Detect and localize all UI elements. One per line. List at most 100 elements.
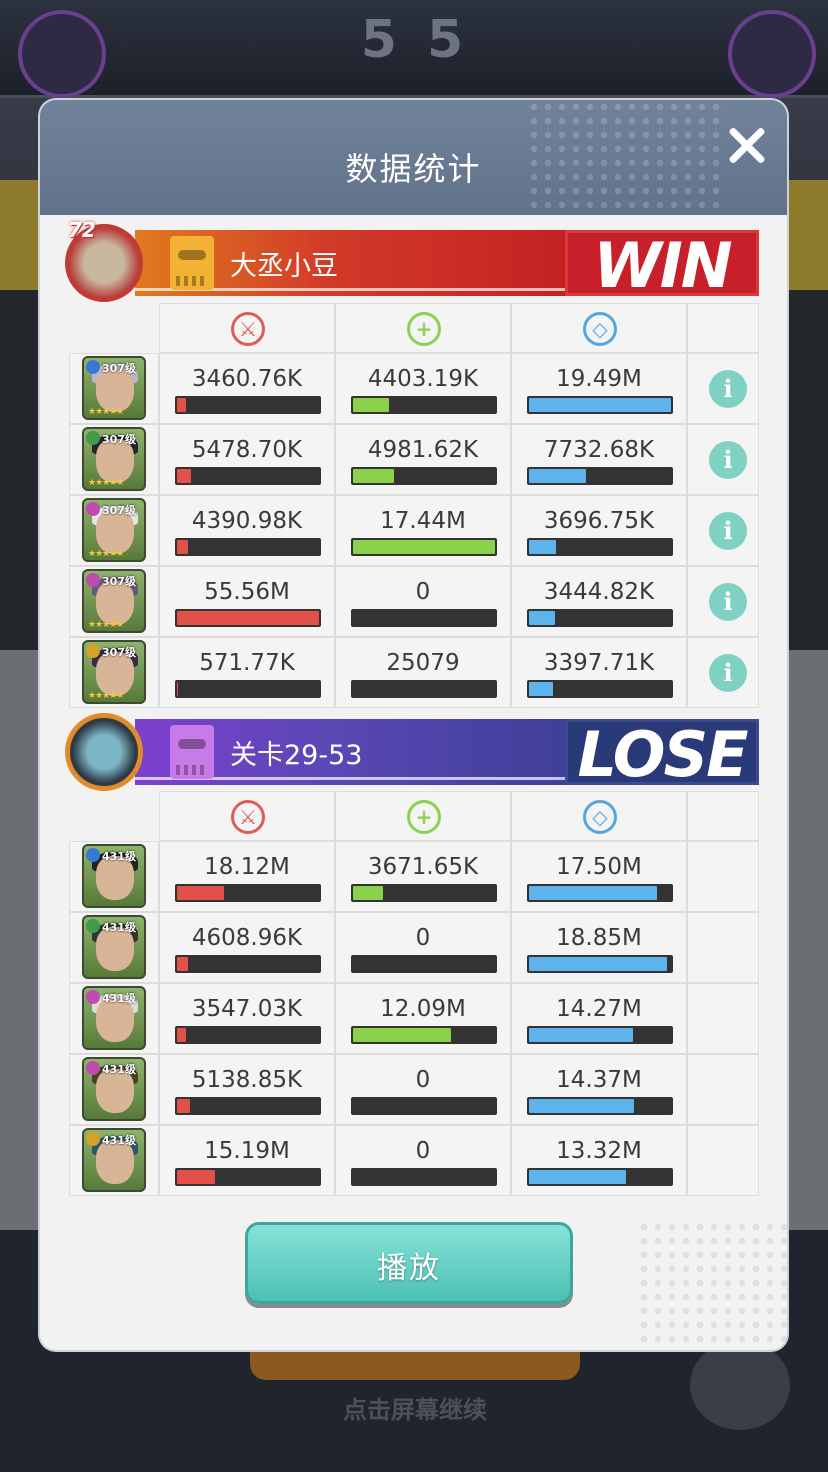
damage-bar (175, 538, 321, 556)
info-cell: i (687, 495, 759, 566)
play-button[interactable]: 播放 (245, 1222, 573, 1304)
heal-value: 4403.19K (367, 366, 479, 392)
hero-portrait[interactable]: 431级 (82, 1057, 146, 1121)
heal-bar-fill (353, 540, 495, 554)
info-icon[interactable]: i (709, 512, 747, 550)
hero-portrait[interactable]: 307级 ★★★★★ (82, 427, 146, 491)
damage-cell: 3460.76K (159, 353, 335, 424)
heal-cell: 0 (335, 1125, 511, 1196)
heal-bar (351, 884, 497, 902)
hero-portrait[interactable]: 307级 ★★★★★ (82, 498, 146, 562)
heal-icon: + (407, 312, 441, 346)
hero-portrait[interactable]: 431级 (82, 915, 146, 979)
header-cell: ⚔ (159, 303, 335, 353)
damage-bar-fill (177, 957, 188, 971)
damage-bar (175, 1097, 321, 1115)
heal-bar (351, 396, 497, 414)
background-continue-hint: 点击屏幕继续 (343, 1396, 487, 1424)
heal-bar (351, 1097, 497, 1115)
shield-bar-fill (529, 1099, 634, 1113)
damage-bar-fill (177, 398, 186, 412)
shield-bar (527, 467, 673, 485)
shield-cell: 14.27M (511, 983, 687, 1054)
heal-cell: 4403.19K (335, 353, 511, 424)
background-right-orb-icon (728, 10, 816, 98)
damage-bar (175, 467, 321, 485)
damage-cell: 15.19M (159, 1125, 335, 1196)
heal-cell: 0 (335, 1054, 511, 1125)
heal-bar-fill (353, 1028, 451, 1042)
shield-value: 14.37M (556, 1067, 642, 1093)
shield-cell: 14.37M (511, 1054, 687, 1125)
hero-portrait[interactable]: 431级 (82, 986, 146, 1050)
result-text: WIN (593, 229, 732, 302)
heal-bar-fill (353, 886, 383, 900)
hero-cell: 431级 (69, 983, 159, 1054)
header-cell: ◇ (511, 791, 687, 841)
damage-bar-fill (177, 1099, 190, 1113)
damage-bar (175, 680, 321, 698)
hero-portrait[interactable]: 307级 ★★★★★ (82, 356, 146, 420)
shield-value: 3696.75K (543, 508, 655, 534)
heal-value: 17.44M (380, 508, 466, 534)
info-cell: i (687, 566, 759, 637)
hero-level: 307级 (102, 504, 136, 517)
heal-cell: 4981.62K (335, 424, 511, 495)
close-icon[interactable] (720, 118, 776, 174)
heal-value: 0 (415, 1067, 431, 1093)
damage-cell: 5478.70K (159, 424, 335, 495)
heal-cell: 0 (335, 912, 511, 983)
info-icon[interactable]: i (709, 370, 747, 408)
team-name: 大丞小豆 (230, 251, 338, 282)
hero-portrait[interactable]: 307级 ★★★★★ (82, 640, 146, 704)
shield-value: 18.85M (556, 925, 642, 951)
shield-value: 13.32M (556, 1138, 642, 1164)
element-icon (86, 1061, 100, 1075)
attack-icon: ⚔ (231, 312, 265, 346)
damage-cell: 3547.03K (159, 983, 335, 1054)
shield-value: 17.50M (556, 854, 642, 880)
shield-cell: 3444.82K (511, 566, 687, 637)
shield-value: 3397.71K (543, 650, 655, 676)
hero-cell: 307级 ★★★★★ (69, 566, 159, 637)
star-rating-icon: ★★★★★ (88, 620, 124, 630)
info-cell (687, 1054, 759, 1125)
damage-bar (175, 1026, 321, 1044)
damage-value: 15.19M (204, 1138, 290, 1164)
heal-value: 0 (415, 1138, 431, 1164)
damage-value: 5138.85K (191, 1067, 303, 1093)
shield-bar-fill (529, 1170, 626, 1184)
heal-value: 25079 (386, 650, 460, 676)
info-icon[interactable]: i (709, 441, 747, 479)
hero-portrait[interactable]: 431级 (82, 844, 146, 908)
damage-value: 18.12M (204, 854, 290, 880)
shield-cell: 3696.75K (511, 495, 687, 566)
damage-cell: 4608.96K (159, 912, 335, 983)
damage-bar (175, 955, 321, 973)
result-text: LOSE (577, 718, 748, 791)
info-icon[interactable]: i (709, 654, 747, 692)
hero-cell: 307级 ★★★★★ (69, 495, 159, 566)
shield-bar (527, 1168, 673, 1186)
shield-bar (527, 680, 673, 698)
shield-cell: 17.50M (511, 841, 687, 912)
team-avatar[interactable] (65, 713, 143, 791)
hero-portrait[interactable]: 431级 (82, 1128, 146, 1192)
damage-value: 3547.03K (191, 996, 303, 1022)
shield-bar-fill (529, 886, 657, 900)
background-left-orb-icon (18, 10, 106, 98)
header-cell: + (335, 791, 511, 841)
hero-cell: 431级 (69, 1125, 159, 1196)
damage-bar-fill (177, 611, 319, 625)
shield-bar (527, 396, 673, 414)
hero-portrait[interactable]: 307级 ★★★★★ (82, 569, 146, 633)
element-icon (86, 1132, 100, 1146)
damage-bar (175, 396, 321, 414)
info-icon[interactable]: i (709, 583, 747, 621)
shield-bar (527, 955, 673, 973)
dialog-header: 数据统计 (40, 100, 787, 215)
heal-icon: + (407, 800, 441, 834)
info-cell: i (687, 424, 759, 495)
damage-bar (175, 609, 321, 627)
player-level-badge: 72 (68, 218, 96, 242)
